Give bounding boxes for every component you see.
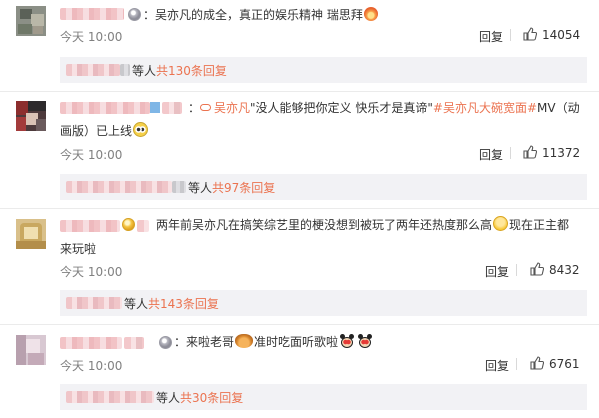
member-badge-icon [150,102,160,113]
thumbs-up-icon[interactable] [530,356,544,370]
like-count: 11372 [542,146,581,160]
separator [516,264,517,276]
reply-summary-text: 等人共130条回复 [132,64,227,78]
reply-summary[interactable]: 等人共30条回复 [60,384,587,410]
vip-badge-icon [122,218,135,231]
reply-username-blurred [66,181,172,193]
comment-time: 今天 10:00 [60,265,123,279]
username-blurred [162,102,182,114]
comment-text: ：吴亦凡"没人能够把你定义 快乐才是真谛"#吴亦凡大碗宽面#MV（动 [188,101,580,115]
reply-username-blurred [66,297,122,309]
comment-text: ：来啦老哥 准时吃面听歌啦 [174,333,374,350]
separator [510,147,511,159]
thumbs-up-icon[interactable] [523,145,537,159]
link-icon [200,104,212,111]
username-blurred [137,220,149,232]
separator [510,29,511,41]
divider [0,91,599,92]
avatar[interactable] [16,219,46,249]
username-blurred[interactable] [60,8,124,20]
like-count: 8432 [549,263,580,277]
reply-summary[interactable]: 等人共130条回复 [60,57,587,83]
mention-link[interactable]: 吴亦凡 [214,101,250,115]
comment-time: 今天 10:00 [60,30,123,44]
divider [0,324,599,325]
avatar[interactable] [16,6,46,36]
thumbs-up-icon[interactable] [523,27,537,41]
comment-text: ：吴亦凡的成全，真正的娱乐精神 瑞思拜 [143,6,379,23]
username-blurred[interactable] [60,220,120,232]
divider [0,208,599,209]
like-count: 6761 [549,357,580,371]
fire-emoji-icon [363,7,378,21]
reply-summary[interactable]: 等人共97条回复 [60,174,587,200]
vip-badge-icon [159,336,172,349]
comment-text-line2: 来玩啦 [60,242,97,256]
reply-username-blurred [66,64,120,76]
vip-badge-icon [128,8,141,21]
separator [516,358,517,370]
reply-summary-text: 等人共30条回复 [156,391,244,405]
thumbs-up-icon[interactable] [530,262,544,276]
reply-username-blurred [120,64,130,76]
peek-eyes-emoji-icon [133,122,149,137]
reply-username-blurred [66,391,154,403]
avatar[interactable] [16,101,46,131]
reply-button[interactable]: 回复 [485,357,509,374]
reply-button[interactable]: 回复 [479,146,503,163]
noodle-bowl-emoji-icon [235,334,254,348]
laugh-cry-emoji-icon [493,216,509,231]
hashtag-link[interactable]: #吴亦凡大碗宽面# [433,101,537,115]
reply-summary-text: 等人共143条回复 [124,297,219,311]
mickey-emoji-icon [339,334,355,348]
like-count: 14054 [542,28,581,42]
comment-time: 今天 10:00 [60,359,123,373]
avatar[interactable] [16,335,46,365]
comment-text: 两年前吴亦凡在搞笑综艺里的梗没想到被玩了两年还热度那么高 现在正主都 [156,216,570,232]
username-blurred[interactable] [60,102,150,114]
comment-text-line2: 画版）已上线 [60,122,149,139]
comment-time: 今天 10:00 [60,148,123,162]
mickey-emoji-icon [357,334,373,348]
username-blurred [124,337,144,349]
reply-summary-text: 等人共97条回复 [188,181,276,195]
username-blurred[interactable] [60,337,122,349]
reply-username-blurred [172,181,186,193]
reply-button[interactable]: 回复 [485,263,509,280]
reply-summary[interactable]: 等人共143条回复 [60,290,587,316]
reply-button[interactable]: 回复 [479,28,503,45]
